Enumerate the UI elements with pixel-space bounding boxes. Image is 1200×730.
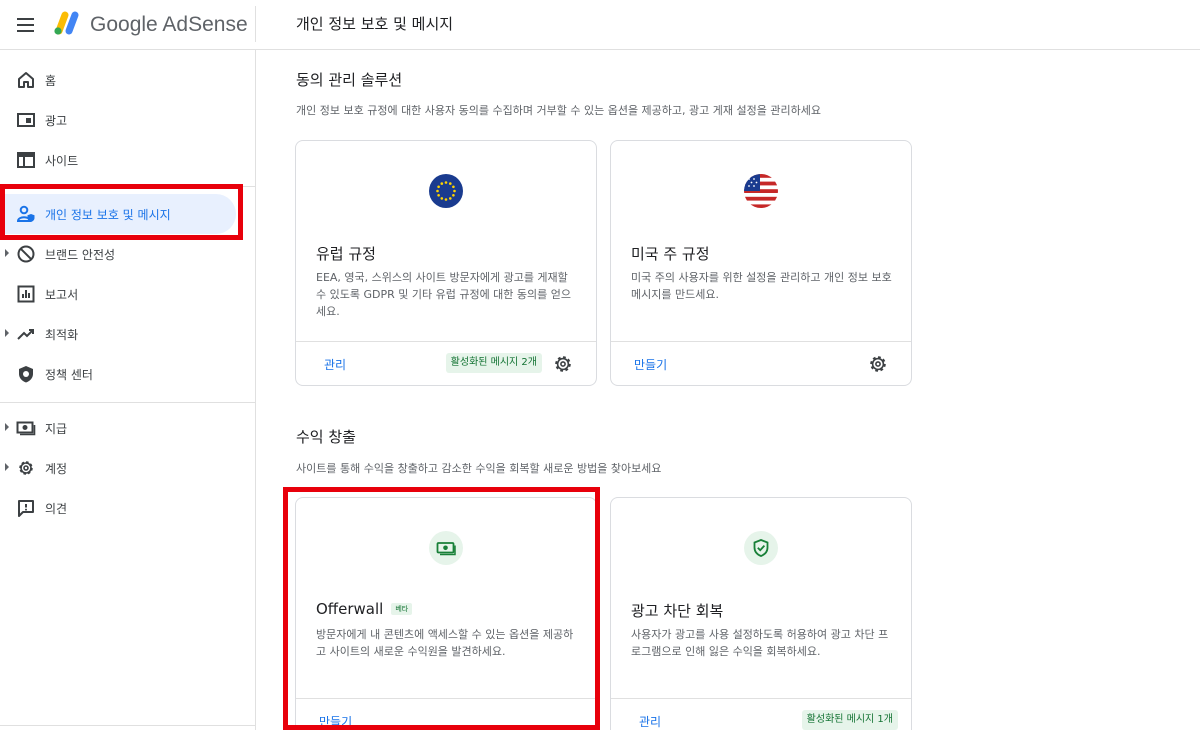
sidebar-item-label: 정책 센터	[45, 368, 93, 382]
top-app-bar: Google AdSense 개인 정보 보호 및 메시지	[0, 0, 1200, 50]
ads-icon	[17, 113, 35, 127]
payments-icon	[16, 421, 36, 436]
sidebar-item-payments[interactable]: 지급	[0, 408, 236, 448]
create-link[interactable]: 만들기	[634, 356, 667, 373]
sidebar-item-policy-center[interactable]: 정책 센터	[0, 354, 236, 394]
consent-section-title: 동의 관리 솔루션	[296, 71, 403, 89]
card-title: 유럽 규정	[316, 245, 376, 263]
block-icon	[17, 245, 35, 263]
status-badge: 활성화된 메시지 1개	[801, 710, 898, 730]
sidebar-item-label: 사이트	[45, 154, 79, 168]
sidebar-item-label: 브랜드 안전성	[45, 248, 116, 262]
expand-caret-icon[interactable]	[5, 463, 9, 471]
sidebar-item-reports[interactable]: 보고서	[0, 274, 236, 314]
card-description: EEA, 영국, 스위스의 사이트 방문자에게 광고를 게재할 수 있도록 GD…	[316, 271, 572, 318]
card-footer: 관리 활성화된 메시지 2개	[296, 341, 596, 385]
sidebar-divider	[0, 725, 256, 726]
card-title: 미국 주 규정	[631, 245, 710, 263]
sidebar-item-label: 개인 정보 보호 및 메시지	[45, 208, 171, 222]
menu-icon[interactable]	[14, 13, 38, 37]
gear-icon[interactable]	[553, 354, 573, 374]
card-footer: 관리 활성화된 메시지 1개	[611, 698, 911, 730]
card-footer: 만들기	[296, 698, 596, 730]
sidebar-item-ads[interactable]: 광고	[0, 100, 236, 140]
sidebar-item-sites[interactable]: 사이트	[0, 140, 236, 180]
gear-icon	[19, 461, 33, 475]
page-title: 개인 정보 보호 및 메시지	[296, 15, 454, 33]
offerwall-card[interactable]: Offerwall 베타 방문자에게 내 콘텐츠에 액세스할 수 있는 옵션을 제…	[295, 497, 597, 730]
feedback-icon	[18, 500, 34, 517]
sidebar-item-label: 최적화	[45, 328, 79, 342]
us-flag-icon	[744, 174, 778, 208]
money-icon	[429, 531, 463, 565]
expand-caret-icon[interactable]	[5, 249, 9, 257]
revenue-section-description: 사이트를 통해 수익을 창출하고 감소한 수익을 회복할 새로운 방법을 찾아보…	[296, 462, 662, 475]
eu-regulations-card[interactable]: 유럽 규정 EEA, 영국, 스위스의 사이트 방문자에게 광고를 게재할 수 …	[295, 140, 597, 386]
expand-caret-icon[interactable]	[5, 423, 9, 431]
sidebar-nav: 홈 광고 사이트 개인 정보 보호 및 메시지 브랜드 안전성 보고서 최적화 …	[0, 50, 256, 730]
us-state-regulations-card[interactable]: 미국 주 규정 미국 주의 사용자를 위한 설정을 관리하고 개인 정보 보호 …	[610, 140, 912, 386]
card-title: 광고 차단 회복	[631, 602, 724, 620]
manage-link[interactable]: 관리	[639, 713, 661, 730]
sidebar-item-brand-safety[interactable]: 브랜드 안전성	[0, 234, 236, 274]
reports-icon	[17, 285, 35, 303]
eu-flag-icon	[429, 174, 463, 208]
sidebar-item-label: 계정	[45, 462, 68, 476]
sidebar-item-label: 지급	[45, 422, 68, 436]
sidebar-item-label: 의견	[45, 502, 68, 516]
sidebar-item-label: 홈	[45, 74, 57, 88]
consent-section-description: 개인 정보 보호 규정에 대한 사용자 동의를 수집하며 거부할 수 있는 옵션…	[296, 104, 821, 117]
shield-icon	[19, 366, 33, 383]
gear-icon[interactable]	[868, 354, 888, 374]
card-description: 사용자가 광고를 사용 설정하도록 허용하여 광고 차단 프로그램으로 인해 잃…	[631, 628, 889, 658]
adsense-logo-icon[interactable]	[52, 10, 82, 36]
card-description: 미국 주의 사용자를 위한 설정을 관리하고 개인 정보 보호 메시지를 만드세…	[631, 271, 892, 301]
trending-up-icon	[17, 329, 34, 340]
create-link[interactable]: 만들기	[319, 713, 352, 730]
sidebar-item-home[interactable]: 홈	[0, 60, 236, 100]
sidebar-item-label: 보고서	[45, 288, 79, 302]
card-title: Offerwall 베타	[316, 600, 413, 618]
ad-block-recovery-card[interactable]: 광고 차단 회복 사용자가 광고를 사용 설정하도록 허용하여 광고 차단 프로…	[610, 497, 912, 730]
sidebar-item-optimization[interactable]: 최적화	[0, 314, 236, 354]
revenue-section-title: 수익 창출	[296, 428, 356, 446]
header-divider	[255, 6, 256, 42]
sites-icon	[17, 152, 35, 168]
sidebar-divider	[0, 186, 256, 187]
sidebar-item-feedback[interactable]: 의견	[0, 488, 236, 528]
card-title-text: Offerwall	[316, 600, 384, 618]
card-footer: 만들기	[611, 341, 911, 385]
shield-check-icon	[744, 531, 778, 565]
privacy-person-icon	[16, 205, 35, 222]
sidebar-item-account[interactable]: 계정	[0, 448, 236, 488]
sidebar-divider	[0, 402, 256, 403]
expand-caret-icon[interactable]	[5, 329, 9, 337]
brand-name[interactable]: Google AdSense	[90, 13, 248, 37]
sidebar-item-label: 광고	[45, 114, 68, 128]
sidebar-item-privacy-messaging[interactable]: 개인 정보 보호 및 메시지	[0, 194, 236, 234]
home-icon	[18, 72, 34, 88]
beta-badge: 베타	[391, 603, 413, 615]
manage-link[interactable]: 관리	[324, 356, 346, 373]
status-badge: 활성화된 메시지 2개	[445, 353, 542, 373]
card-description: 방문자에게 내 콘텐츠에 액세스할 수 있는 옵션을 제공하고 사이트의 새로운…	[316, 628, 574, 658]
